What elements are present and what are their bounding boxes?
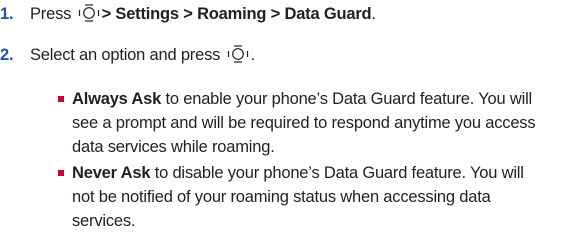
option-line: see a prompt and will be required to res… — [72, 114, 536, 132]
bullet-square-icon — [58, 96, 64, 102]
step-prefix: Select an option and press — [30, 46, 221, 64]
option-line: services. — [72, 212, 136, 230]
step-suffix: . — [250, 46, 256, 64]
navigation-key-icon — [227, 44, 249, 64]
step-prefix: Press — [30, 5, 72, 23]
instructions-page: 1. Press > Settings > Roaming > Data Gua… — [0, 0, 583, 243]
navigation-key-icon — [78, 3, 100, 23]
option-text: to enable your phone’s Data Guard featur… — [161, 90, 532, 108]
step-suffix: . — [371, 5, 376, 23]
option-text: to disable your phone’s Data Guard featu… — [150, 164, 524, 182]
option-line: not be notified of your roaming status w… — [72, 188, 491, 206]
option-label: Never Ask — [72, 164, 151, 182]
bullet-square-icon — [58, 170, 64, 176]
step-number: 1. — [0, 5, 14, 23]
step-text: Select an option and press . — [30, 44, 255, 66]
menu-path: > Settings > Roaming > Data Guard — [101, 5, 372, 23]
option-label: Always Ask — [72, 90, 162, 108]
step-text: Press > Settings > Roaming > Data Guard. — [30, 3, 376, 25]
option-line: data services while roaming. — [72, 138, 275, 156]
option-line: Always Ask to enable your phone’s Data G… — [72, 87, 532, 111]
option-line: Never Ask to disable your phone’s Data G… — [72, 161, 524, 185]
step-number: 2. — [0, 46, 14, 64]
